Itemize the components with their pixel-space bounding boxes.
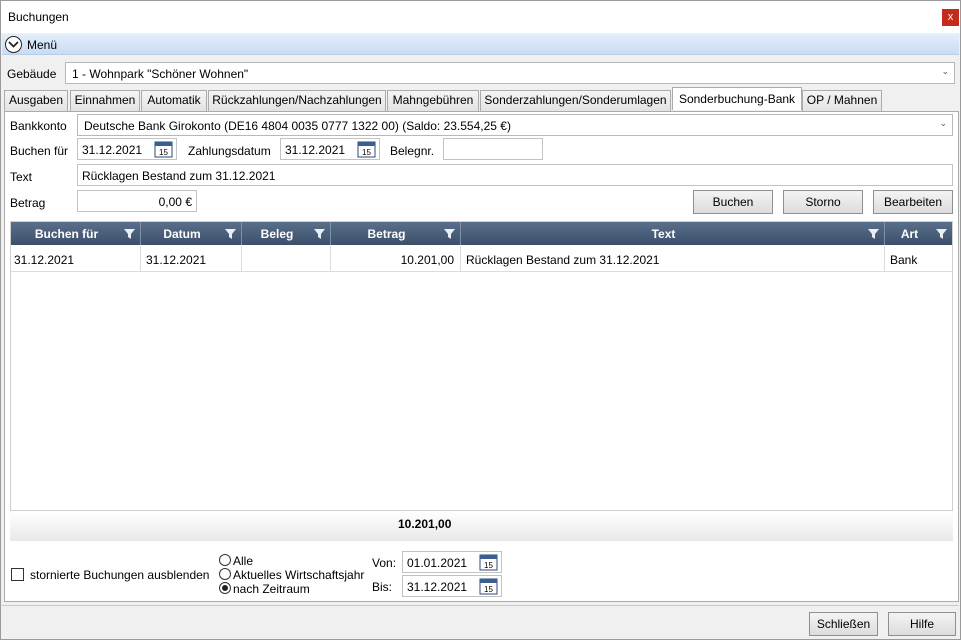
calendar-icon[interactable]: 15 xyxy=(154,140,173,158)
from-date-input[interactable]: 01.01.2021 15 xyxy=(402,551,502,573)
from-label: Von: xyxy=(372,556,397,570)
help-button[interactable]: Hilfe xyxy=(888,612,956,636)
tab-mahngebuehren[interactable]: Mahngebühren xyxy=(387,90,479,111)
bookings-grid: Buchen für Datum Beleg Betrag Text Art 3… xyxy=(10,221,953,511)
bank-account-select[interactable]: Deutsche Bank Girokonto (DE16 4804 0035 … xyxy=(77,114,953,136)
radio-period[interactable] xyxy=(219,582,231,594)
tab-sonderzahlungen[interactable]: Sonderzahlungen/Sonderumlagen xyxy=(480,90,671,111)
calendar-icon[interactable]: 15 xyxy=(479,553,498,571)
amount-label: Betrag xyxy=(10,196,46,210)
tab-sonderbuchung-bank[interactable]: Sonderbuchung-Bank xyxy=(672,87,802,110)
text-input[interactable]: Rücklagen Bestand zum 31.12.2021 xyxy=(77,164,953,186)
chevron-down-icon: ⌄ xyxy=(939,118,947,128)
table-cell-type[interactable]: Bank xyxy=(885,246,952,272)
filter-icon[interactable] xyxy=(314,228,325,242)
column-header-book-for[interactable]: Buchen für xyxy=(11,222,141,245)
column-header-label: Buchen für xyxy=(34,227,99,241)
filter-icon[interactable] xyxy=(444,228,455,242)
book-button[interactable]: Buchen xyxy=(693,190,773,214)
cancel-booking-button[interactable]: Storno xyxy=(783,190,863,214)
hide-cancelled-checkbox[interactable] xyxy=(11,568,24,581)
cell-value: 10.201,00 xyxy=(400,253,454,267)
table-cell-book-for[interactable]: 31.12.2021 xyxy=(11,246,141,272)
title-bar: Buchungen x xyxy=(1,1,960,33)
radio-fiscal-year[interactable] xyxy=(219,568,231,580)
column-header-type[interactable]: Art xyxy=(885,222,952,245)
calendar-day-label: 15 xyxy=(484,561,493,570)
menu-bar[interactable]: Menü xyxy=(2,34,959,55)
hide-cancelled-label[interactable]: stornierte Buchungen ausblenden xyxy=(30,568,209,582)
window-title: Buchungen xyxy=(8,10,69,24)
edit-button[interactable]: Bearbeiten xyxy=(873,190,953,214)
calendar-icon[interactable]: 15 xyxy=(357,140,376,158)
close-button[interactable]: Schließen xyxy=(809,612,878,636)
filter-icon[interactable] xyxy=(124,228,135,242)
cell-value: Bank xyxy=(890,253,918,267)
table-cell-text[interactable]: Rücklagen Bestand zum 31.12.2021 xyxy=(461,246,885,272)
cell-value: Rücklagen Bestand zum 31.12.2021 xyxy=(466,253,660,267)
chevron-down-icon[interactable] xyxy=(5,36,22,53)
filter-icon[interactable] xyxy=(936,228,947,242)
filter-icon[interactable] xyxy=(868,228,879,242)
amount-value: 0,00 € xyxy=(158,195,192,209)
tab-einnahmen[interactable]: Einnahmen xyxy=(70,90,140,111)
building-value: 1 - Wohnpark "Schöner Wohnen" xyxy=(72,67,249,81)
calendar-day-label: 15 xyxy=(362,148,371,157)
receipt-number-input[interactable] xyxy=(443,138,543,160)
to-date-input[interactable]: 31.12.2021 15 xyxy=(402,575,502,597)
text-value: Rücklagen Bestand zum 31.12.2021 xyxy=(82,169,276,183)
radio-all-label[interactable]: Alle xyxy=(233,554,253,568)
text-label: Text xyxy=(10,170,33,184)
column-header-text[interactable]: Text xyxy=(461,222,885,245)
column-header-label: Datum xyxy=(163,227,201,241)
cell-value: 31.12.2021 xyxy=(14,253,75,267)
payment-date-input[interactable]: 31.12.2021 15 xyxy=(280,138,380,160)
radio-fiscal-year-label[interactable]: Aktuelles Wirtschaftsjahr xyxy=(233,568,364,582)
amount-input[interactable]: 0,00 € xyxy=(77,190,197,212)
table-cell-date[interactable]: 31.12.2021 xyxy=(141,246,242,272)
bank-account-label: Bankkonto xyxy=(10,119,67,133)
chevron-down-icon: ⌄ xyxy=(941,66,949,76)
receipt-number-label: Belegnr. xyxy=(390,144,435,158)
calendar-day-label: 15 xyxy=(484,585,493,594)
payment-date-label: Zahlungsdatum xyxy=(188,144,271,158)
menu-label[interactable]: Menü xyxy=(27,38,57,52)
to-date-value: 31.12.2021 xyxy=(407,580,468,594)
tab-ausgaben[interactable]: Ausgaben xyxy=(4,90,68,111)
table-cell-receipt[interactable] xyxy=(242,246,331,272)
table-cell-amount[interactable]: 10.201,00 xyxy=(331,246,461,272)
book-for-label: Buchen für xyxy=(10,144,69,158)
calendar-day-label: 15 xyxy=(159,148,168,157)
cell-value: 31.12.2021 xyxy=(146,253,207,267)
to-label: Bis: xyxy=(372,580,393,594)
column-header-amount[interactable]: Betrag xyxy=(331,222,461,245)
column-header-label: Betrag xyxy=(367,227,406,241)
bookings-window: Buchungen x Menü Gebäude 1 - Wohnpark "S… xyxy=(0,0,961,640)
radio-period-label[interactable]: nach Zeitraum xyxy=(233,582,310,596)
calendar-icon[interactable]: 15 xyxy=(479,577,498,595)
total-amount: 10.201,00 xyxy=(398,517,452,531)
grid-summary-row: 10.201,00 xyxy=(10,511,953,541)
close-window-button[interactable]: x xyxy=(942,9,959,26)
from-date-value: 01.01.2021 xyxy=(407,556,468,570)
radio-all[interactable] xyxy=(219,554,231,566)
column-header-receipt[interactable]: Beleg xyxy=(242,222,331,245)
column-header-label: Text xyxy=(651,227,676,241)
building-label: Gebäude xyxy=(7,67,57,81)
book-for-date-input[interactable]: 31.12.2021 15 xyxy=(77,138,177,160)
payment-date-value: 31.12.2021 xyxy=(285,143,346,157)
book-for-value: 31.12.2021 xyxy=(82,143,143,157)
column-header-label: Art xyxy=(900,227,919,241)
bank-account-value: Deutsche Bank Girokonto (DE16 4804 0035 … xyxy=(84,119,511,133)
filter-icon[interactable] xyxy=(225,228,236,242)
tab-op-mahnen[interactable]: OP / Mahnen xyxy=(802,90,882,111)
tab-automatik[interactable]: Automatik xyxy=(141,90,207,111)
building-select[interactable]: 1 - Wohnpark "Schöner Wohnen" ⌄ xyxy=(65,62,955,84)
tab-rueckzahlungen[interactable]: Rückzahlungen/Nachzahlungen xyxy=(208,90,386,111)
column-header-label: Beleg xyxy=(260,227,294,241)
column-header-date[interactable]: Datum xyxy=(141,222,242,245)
